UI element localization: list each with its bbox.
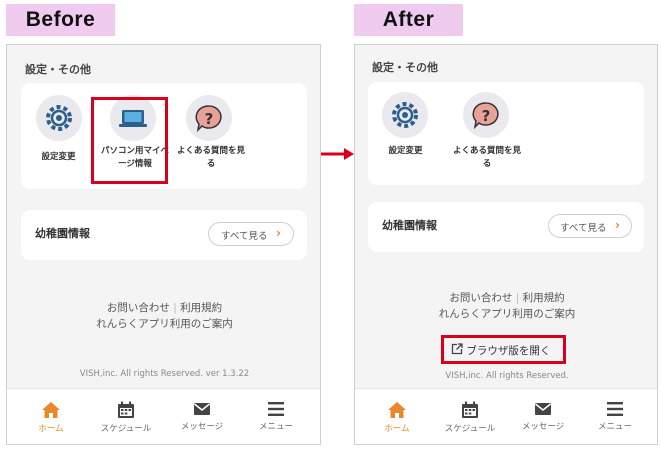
item-label: よくある質問を見る (176, 146, 245, 169)
calendar-icon (118, 401, 134, 418)
question-icon: ? (186, 95, 232, 141)
before-tag: Before (6, 4, 115, 36)
bottom-nav: ホーム スケジュール メッセージ メニュー (7, 388, 320, 444)
settings-change-item[interactable]: 設定変更 (368, 82, 443, 185)
calendar-icon (462, 401, 478, 418)
svg-text:?: ? (205, 110, 214, 128)
svg-text:?: ? (482, 107, 491, 125)
guide-link[interactable]: れんらくアプリ利用のご案内 (439, 308, 576, 320)
see-all-label: すべて見る (560, 223, 607, 234)
after-tag: After (354, 4, 463, 36)
after-screen: 設定・その他 設定変更 ? よくある質問を見る 幼稚園情報 すべて見る › お問… (354, 44, 658, 445)
nav-message[interactable]: メッセージ (507, 389, 579, 444)
footer-links: お問い合わせ | 利用規約 れんらくアプリ利用のご案内 (438, 292, 576, 320)
bottom-nav: ホーム スケジュール メッセージ メニュー (355, 388, 657, 444)
contact-link[interactable]: お問い合わせ (449, 292, 512, 304)
faq-item[interactable]: ? よくある質問を見る (443, 82, 523, 185)
chevron-right-icon: › (615, 218, 620, 232)
nav-label: メッセージ (521, 422, 565, 432)
nav-home[interactable]: ホーム (361, 389, 433, 444)
home-icon (388, 402, 406, 418)
nav-label: スケジュール (444, 424, 496, 434)
item-label: 設定変更 (41, 152, 76, 162)
home-icon (42, 402, 60, 418)
question-icon: ? (463, 92, 509, 138)
transition-arrow-icon (318, 148, 354, 160)
highlight-pc-mypage (91, 97, 168, 184)
menu-icon (607, 402, 623, 416)
faq-item[interactable]: ? よくある質問を見る (171, 83, 251, 189)
footer-links: お問い合わせ | 利用規約 れんらくアプリ利用のご案内 (96, 302, 233, 330)
guide-link[interactable]: れんらくアプリ利用のご案内 (96, 318, 233, 330)
nav-menu[interactable]: メニュー (239, 389, 313, 444)
item-label: 設定変更 (388, 146, 423, 156)
mail-icon (535, 403, 551, 415)
info-title: 幼稚園情報 (35, 227, 90, 240)
gear-icon (382, 92, 428, 138)
nav-home[interactable]: ホーム (15, 389, 87, 444)
nav-message[interactable]: メッセージ (165, 389, 239, 444)
copyright: VISH,inc. All rights Reserved. (445, 371, 569, 381)
nav-label: メニュー (258, 422, 293, 432)
nav-schedule[interactable]: スケジュール (87, 389, 165, 444)
kindergarten-info-card: 幼稚園情報 すべて見る › (368, 202, 644, 252)
gear-icon (36, 95, 82, 141)
menu-icon (268, 402, 284, 416)
info-title: 幼稚園情報 (382, 219, 437, 232)
see-all-label: すべて見る (221, 231, 268, 242)
kindergarten-info-card: 幼稚園情報 すべて見る › (21, 210, 307, 260)
nav-schedule[interactable]: スケジュール (433, 389, 507, 444)
mail-icon (194, 403, 210, 415)
nav-label: ホーム (384, 424, 410, 434)
nav-label: ホーム (38, 424, 64, 434)
see-all-button[interactable]: すべて見る › (208, 222, 294, 246)
terms-link[interactable]: 利用規約 (180, 302, 222, 314)
settings-change-item[interactable]: 設定変更 (21, 83, 96, 189)
section-title: 設定・その他 (372, 61, 438, 74)
contact-link[interactable]: お問い合わせ (107, 302, 170, 314)
nav-label: メッセージ (180, 422, 224, 432)
see-all-button[interactable]: すべて見る › (548, 214, 632, 238)
nav-label: スケジュール (100, 424, 152, 434)
chevron-right-icon: › (276, 226, 281, 240)
terms-link[interactable]: 利用規約 (523, 292, 565, 304)
nav-label: メニュー (597, 422, 632, 432)
copyright: VISH,inc. All rights Reserved. ver 1.3.2… (79, 369, 250, 379)
highlight-browser-button (441, 335, 566, 364)
section-title: 設定・その他 (25, 63, 91, 76)
item-label: よくある質問を見る (452, 146, 521, 169)
nav-menu[interactable]: メニュー (579, 389, 651, 444)
settings-card: 設定変更 ? よくある質問を見る (368, 82, 644, 185)
